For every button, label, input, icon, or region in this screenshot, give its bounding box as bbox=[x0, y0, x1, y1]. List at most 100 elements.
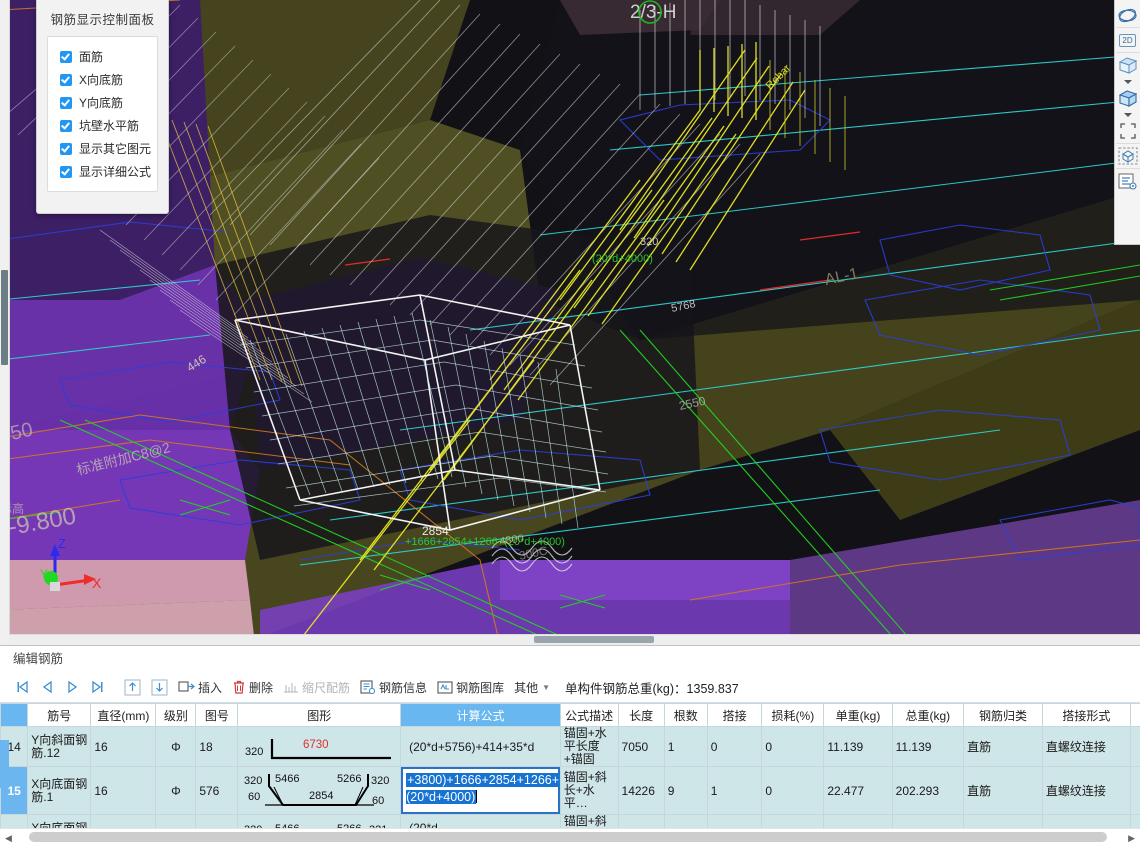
cell-shape[interactable]: 320 5466 2854 5266 320 60 60 bbox=[237, 766, 402, 815]
clip-box-icon[interactable] bbox=[1115, 143, 1140, 168]
cube-solid-dropdown-icon[interactable] bbox=[1116, 110, 1140, 119]
header-unit-weight[interactable]: 单重(kg) bbox=[823, 703, 893, 727]
cell-jinhao[interactable]: X向底面钢筋.1 bbox=[27, 766, 92, 815]
cube-solid-icon[interactable] bbox=[1116, 86, 1140, 110]
checkbox-row-kengbi-shuiping[interactable]: 坑壁水平筋 bbox=[48, 114, 157, 137]
header-desc[interactable]: 公式描述 bbox=[559, 703, 619, 727]
cell-loss[interactable]: 0 bbox=[761, 726, 825, 767]
cell-tuhao[interactable]: 18 bbox=[195, 726, 239, 767]
cell-lap[interactable]: 1 bbox=[706, 766, 763, 815]
checkbox-y-dijin[interactable] bbox=[60, 96, 72, 109]
cell-formula[interactable]: (20*d+5756)+414+35*d bbox=[400, 726, 561, 767]
cell-lap-form[interactable]: 直螺纹连接 bbox=[1041, 726, 1132, 767]
nav-last-button[interactable] bbox=[85, 675, 110, 699]
rebar-toolbar[interactable]: 插入 删除 缩尺配筋 钢筋信息 钢筋图库 其他 ▼ 单构件钢筋总重(kg)：13… bbox=[0, 672, 1140, 703]
viewport-vertical-scrollbar[interactable] bbox=[0, 0, 10, 645]
cell-grade[interactable]: Φ bbox=[155, 766, 197, 815]
cell-diameter[interactable] bbox=[90, 814, 157, 829]
table-row[interactable]: 15 X向底面钢筋.1 16 Φ 576 320 5466 2854 5266 … bbox=[0, 766, 1140, 815]
header-lap[interactable]: 搭接 bbox=[706, 703, 763, 727]
cell-count[interactable]: 1 bbox=[663, 726, 708, 767]
cell-length[interactable]: 7050 bbox=[617, 726, 665, 767]
rebar-info-button[interactable]: 钢筋信息 bbox=[355, 675, 432, 699]
table-row[interactable]: 14 Y向斜面钢筋.12 16 Φ 18 320 6730 (20*d+5756… bbox=[0, 726, 1140, 767]
cell-diameter[interactable]: 16 bbox=[90, 766, 157, 815]
checkbox-row-show-formula[interactable]: 显示详细公式 bbox=[48, 160, 157, 183]
cell-desc[interactable]: 锚固+水平长度+锚固 bbox=[559, 726, 619, 767]
cell-classify[interactable]: 直筋 bbox=[963, 766, 1043, 815]
orbit-icon[interactable] bbox=[1116, 3, 1140, 27]
checkbox-show-formula[interactable] bbox=[60, 165, 72, 178]
row-number[interactable] bbox=[0, 814, 29, 829]
header-jinhao[interactable]: 筋号 bbox=[27, 703, 92, 727]
checkbox-row-y-dijin[interactable]: Y向底筋 bbox=[48, 91, 157, 114]
3d-viewport[interactable]: 2/3-H AL-1 -9.800 标准附加C8@2 50 标高 446 576… bbox=[0, 0, 1140, 645]
header-shape[interactable]: 图形 bbox=[237, 703, 402, 727]
cell-shape[interactable]: 320 6730 bbox=[237, 726, 402, 767]
cell-unit-weight[interactable] bbox=[823, 814, 893, 829]
checkbox-kengbi-shuiping[interactable] bbox=[60, 119, 72, 132]
header-formula[interactable]: 计算公式 bbox=[400, 703, 561, 727]
move-down-button[interactable] bbox=[146, 675, 173, 699]
cell-unit-weight[interactable]: 11.139 bbox=[823, 726, 893, 767]
cell-grade[interactable] bbox=[155, 814, 197, 829]
cell-length[interactable]: 14226 bbox=[617, 766, 665, 815]
cell-lap[interactable]: 0 bbox=[706, 726, 763, 767]
cell-count[interactable] bbox=[663, 814, 708, 829]
other-menu-button[interactable]: 其他 ▼ bbox=[509, 675, 555, 699]
scale-rebar-button[interactable]: 缩尺配筋 bbox=[278, 675, 355, 699]
cell-diameter[interactable]: 16 bbox=[90, 726, 157, 767]
cell-grade[interactable]: Φ bbox=[155, 726, 197, 767]
header-lap-form[interactable]: 搭接形式 bbox=[1041, 703, 1132, 727]
header-loss[interactable]: 损耗(%) bbox=[761, 703, 825, 727]
header-total-weight[interactable]: 总重(kg) bbox=[891, 703, 965, 727]
cell-total-weight[interactable]: 11.139 bbox=[891, 726, 965, 767]
header-length[interactable]: 长度 bbox=[617, 703, 665, 727]
rebar-display-control-panel[interactable]: 钢筋显示控制面板 面筋 X向底筋 Y向底筋 坑壁水平筋 显示其它图元 显示详细公… bbox=[36, 0, 169, 214]
cell-lap[interactable] bbox=[706, 814, 763, 829]
cell-classify[interactable]: 直筋 bbox=[963, 726, 1043, 767]
viewport-horizontal-scrollbar[interactable] bbox=[9, 634, 1140, 645]
move-up-button[interactable] bbox=[119, 675, 146, 699]
cell-loss[interactable] bbox=[761, 814, 825, 829]
viewport-scroll-thumb[interactable] bbox=[1, 270, 8, 365]
checkbox-x-dijin[interactable] bbox=[60, 73, 72, 86]
cube-wire-dropdown-icon[interactable] bbox=[1116, 77, 1140, 86]
cell-loss[interactable]: 0 bbox=[761, 766, 825, 815]
table-row[interactable]: X向底面钢 320 5466 5266 321 bbox=[0, 814, 1140, 829]
rebar-table-wrapper[interactable]: 筋号 直径(mm) 级别 图号 图形 计算公式 公式描述 长度 根数 搭接 损耗… bbox=[0, 703, 1140, 829]
checkbox-row-show-other[interactable]: 显示其它图元 bbox=[48, 137, 157, 160]
cell-tuhao[interactable] bbox=[195, 814, 239, 829]
cell-classify[interactable] bbox=[963, 814, 1043, 829]
cell-shape[interactable]: 320 5466 5266 321 bbox=[237, 814, 402, 829]
cell-formula[interactable]: (20*d bbox=[400, 814, 561, 829]
cell-lap-form[interactable]: 直螺纹连接 bbox=[1041, 766, 1132, 815]
view-list-icon[interactable] bbox=[1115, 168, 1140, 193]
nav-prev-button[interactable] bbox=[35, 675, 60, 699]
cell-formula-editing[interactable]: +3800)+1666+2854+1266+(20*d+4000) bbox=[400, 766, 561, 815]
table-horizontal-scrollbar[interactable]: ◀ ▶ bbox=[0, 828, 1140, 845]
header-diameter[interactable]: 直径(mm) bbox=[90, 703, 157, 727]
cell-desc[interactable]: 锚固+斜长+水平… bbox=[559, 766, 619, 815]
header-grade[interactable]: 级别 bbox=[155, 703, 197, 727]
nav-next-button[interactable] bbox=[60, 675, 85, 699]
cell-lap-form[interactable] bbox=[1041, 814, 1132, 829]
header-count[interactable]: 根数 bbox=[663, 703, 708, 727]
scroll-right-arrow[interactable]: ▶ bbox=[1128, 833, 1135, 844]
nav-first-button[interactable] bbox=[10, 675, 35, 699]
view-2d-icon[interactable]: 2D bbox=[1115, 27, 1140, 52]
formula-input[interactable]: +3800)+1666+2854+1266+(20*d+4000) bbox=[401, 767, 560, 814]
cell-length[interactable] bbox=[617, 814, 665, 829]
cell-count[interactable]: 9 bbox=[663, 766, 708, 815]
delete-button[interactable]: 删除 bbox=[227, 675, 278, 699]
header-classify[interactable]: 钢筋归类 bbox=[963, 703, 1043, 727]
cell-total-weight[interactable]: 202.293 bbox=[891, 766, 965, 815]
rebar-library-button[interactable]: 钢筋图库 bbox=[432, 675, 509, 699]
checkbox-mianjin[interactable] bbox=[60, 50, 72, 63]
checkbox-row-x-dijin[interactable]: X向底筋 bbox=[48, 68, 157, 91]
cell-jinhao[interactable]: X向底面钢 bbox=[27, 814, 92, 829]
view-tool-rail[interactable]: 2D bbox=[1114, 0, 1140, 245]
checkbox-show-other[interactable] bbox=[60, 142, 72, 155]
header-tuhao[interactable]: 图号 bbox=[195, 703, 239, 727]
cell-total-weight[interactable] bbox=[891, 814, 965, 829]
